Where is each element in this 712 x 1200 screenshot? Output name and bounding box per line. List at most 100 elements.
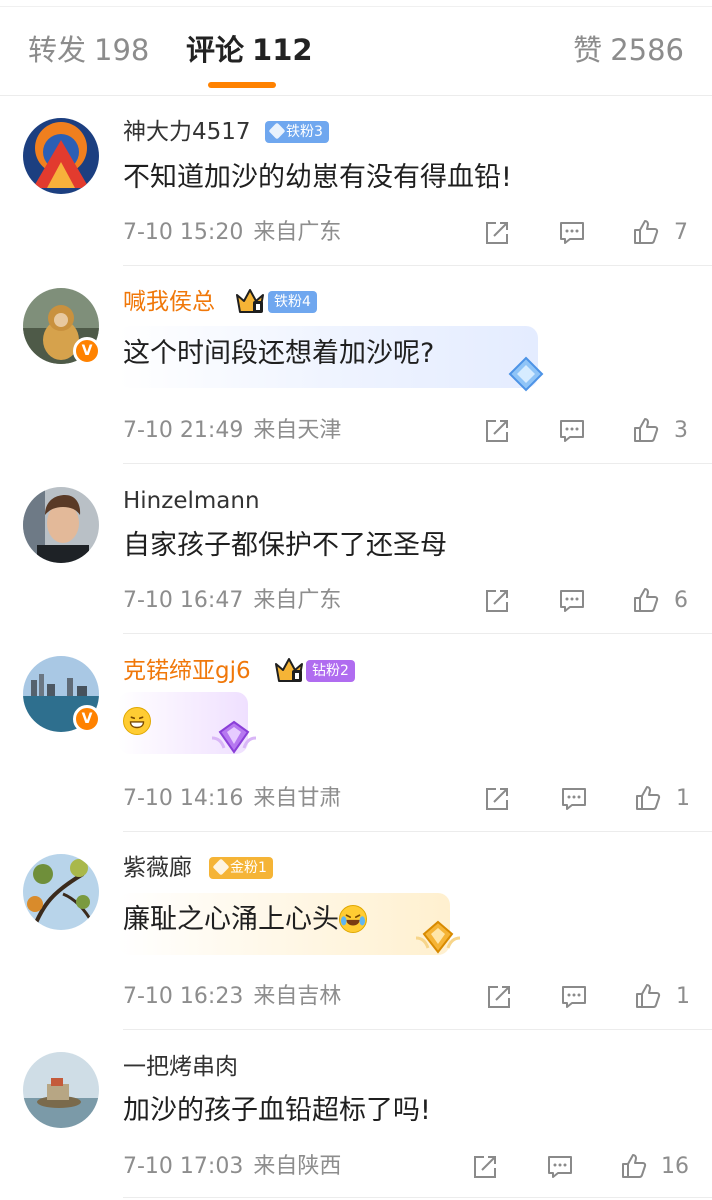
thumbs-up-icon[interactable] — [634, 982, 662, 1010]
share-icon[interactable] — [483, 417, 511, 445]
tab-comments[interactable]: 评论 112 — [186, 30, 313, 70]
comment-icon[interactable] — [558, 587, 586, 615]
comment-divider — [123, 463, 712, 464]
comment-text-content: 廉耻之心涌上心头 — [123, 904, 339, 935]
laughing-crying-emoji-icon — [339, 905, 367, 933]
username[interactable]: 一把烤串肉 — [123, 1052, 238, 1082]
verified-badge-icon: V — [73, 337, 101, 365]
fan-badge-label: 铁粉3 — [286, 124, 323, 140]
diamond-icon — [506, 354, 546, 398]
crown-icon — [274, 656, 304, 684]
comment-icon[interactable] — [546, 1153, 574, 1181]
avatar-image — [23, 854, 99, 930]
diamond-icon — [210, 718, 258, 762]
comment-divider — [123, 265, 712, 266]
username[interactable]: 紫薇廊 — [123, 853, 192, 883]
comment-location: 来自天津 — [253, 418, 342, 443]
comment-divider — [123, 1197, 712, 1198]
like-count: 6 — [674, 588, 688, 613]
fan-level-badge: 钻粉2 — [306, 660, 355, 682]
comment-meta: 7-10 15:20 来自广东 — [123, 219, 341, 247]
avatar[interactable] — [23, 1052, 99, 1128]
comment-text: 自家孩子都保护不了还圣母 — [123, 530, 447, 561]
username[interactable]: 克锘缔亚gj6 — [123, 656, 251, 686]
comment-meta: 7-10 21:49 来自天津 — [123, 417, 341, 445]
thumbs-up-icon[interactable] — [632, 416, 660, 444]
fan-level-badge: 铁粉3 — [265, 121, 329, 143]
share-icon[interactable] — [485, 983, 513, 1011]
comment-icon[interactable] — [558, 219, 586, 247]
comment-divider — [123, 633, 712, 634]
comment-text — [123, 704, 151, 740]
comment-meta: 7-10 17:03 来自陕西 — [123, 1153, 341, 1181]
share-icon[interactable] — [483, 785, 511, 813]
share-icon[interactable] — [483, 219, 511, 247]
thumbs-up-icon[interactable] — [632, 218, 660, 246]
comments-panel: 转发 198 评论 112 赞 2586 神大力4517 铁粉3 不知道加沙的幼崽有没… — [0, 0, 712, 1200]
avatar-image — [23, 1052, 99, 1128]
comment-location: 来自广东 — [253, 588, 342, 613]
comment-time: 7-10 21:49 — [123, 418, 244, 443]
comment-icon[interactable] — [560, 983, 588, 1011]
diamond-icon — [268, 122, 286, 140]
comment-meta: 7-10 16:23 来自吉林 — [123, 983, 341, 1011]
comment-time: 7-10 14:16 — [123, 786, 244, 811]
tab-likes[interactable]: 赞 2586 — [573, 30, 684, 70]
comment-location: 来自陕西 — [253, 1154, 342, 1179]
fan-level-badge: 铁粉4 — [268, 291, 317, 313]
comment-text: 廉耻之心涌上心头 — [123, 902, 367, 938]
avatar[interactable] — [23, 487, 99, 563]
like-count: 16 — [661, 1154, 689, 1179]
comment-meta: 7-10 14:16 来自甘肃 — [123, 785, 341, 813]
tab-likes-label: 赞 — [573, 33, 603, 67]
comment-icon[interactable] — [560, 785, 588, 813]
fan-badge-label: 钻粉2 — [312, 663, 349, 679]
tab-repost-label: 转发 — [28, 33, 87, 67]
comment-location: 来自广东 — [253, 220, 342, 245]
thumbs-up-icon[interactable] — [634, 784, 662, 812]
comment-divider — [123, 1029, 712, 1030]
tab-bar: 转发 198 评论 112 赞 2586 — [0, 0, 712, 96]
fan-level-badge: 金粉1 — [209, 857, 273, 879]
thumbs-up-icon[interactable] — [632, 586, 660, 614]
username[interactable]: 喊我侯总 — [123, 287, 215, 317]
active-tab-indicator — [208, 82, 276, 88]
comment-time: 7-10 16:23 — [123, 984, 244, 1009]
like-count: 7 — [674, 220, 688, 245]
diamond-icon — [414, 918, 462, 962]
fan-badge-label: 铁粉4 — [274, 294, 311, 310]
diamond-icon — [212, 858, 230, 876]
like-count: 3 — [674, 418, 688, 443]
comment-text: 这个时间段还想着加沙呢? — [123, 338, 435, 369]
verified-badge-icon: V — [73, 705, 101, 733]
username[interactable]: Hinzelmann — [123, 486, 260, 516]
tab-comments-label: 评论 — [186, 33, 245, 67]
avatar-image — [23, 118, 99, 194]
comment-divider — [123, 831, 712, 832]
comment-icon[interactable] — [558, 417, 586, 445]
tab-comments-count: 112 — [252, 33, 313, 67]
avatar[interactable] — [23, 854, 99, 930]
comment-text: 加沙的孩子血铅超标了吗! — [123, 1095, 431, 1126]
tab-likes-count: 2586 — [610, 33, 684, 67]
comment-location: 来自甘肃 — [253, 786, 342, 811]
grinning-emoji-icon — [123, 707, 151, 735]
fan-badge-label: 金粉1 — [230, 860, 267, 876]
share-icon[interactable] — [483, 587, 511, 615]
comment-time: 7-10 17:03 — [123, 1154, 244, 1179]
avatar-image — [23, 487, 99, 563]
crown-icon — [235, 287, 265, 315]
comment-time: 7-10 16:47 — [123, 588, 244, 613]
top-divider — [0, 6, 712, 7]
tab-repost-count: 198 — [94, 33, 150, 67]
share-icon[interactable] — [471, 1153, 499, 1181]
thumbs-up-icon[interactable] — [620, 1152, 648, 1180]
like-count: 1 — [676, 984, 690, 1009]
comment-text: 不知道加沙的幼崽有没有得血铅! — [123, 162, 512, 193]
comment-time: 7-10 15:20 — [123, 220, 244, 245]
avatar[interactable] — [23, 118, 99, 194]
like-count: 1 — [676, 786, 690, 811]
comment-location: 来自吉林 — [253, 984, 342, 1009]
username[interactable]: 神大力4517 — [123, 117, 251, 147]
tab-repost[interactable]: 转发 198 — [28, 30, 149, 70]
